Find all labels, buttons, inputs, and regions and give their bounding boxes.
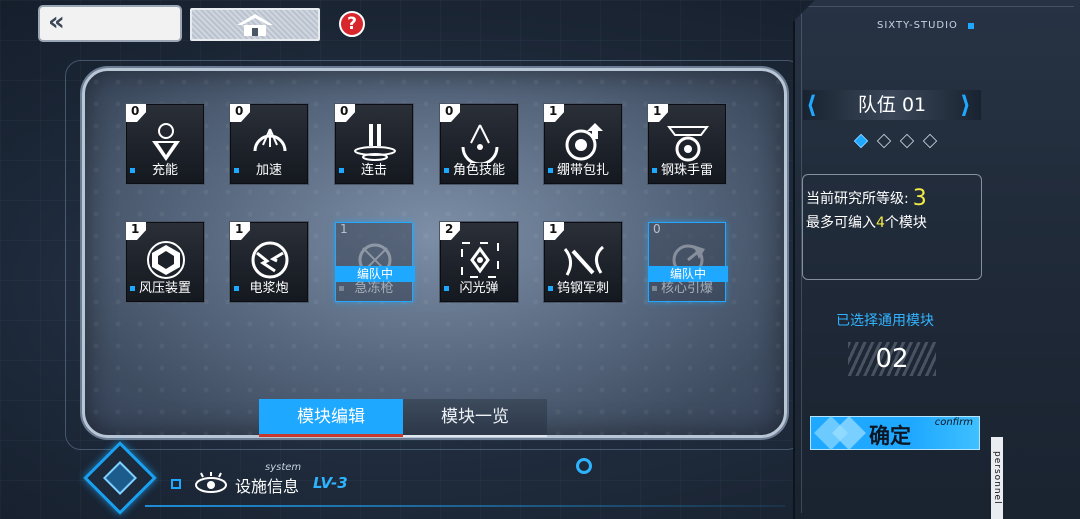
home-icon	[237, 13, 273, 36]
prev-team-arrow-icon[interactable]: ⟨	[806, 91, 817, 119]
combo-icon	[350, 121, 400, 163]
facility-level: LV-3	[313, 474, 348, 492]
module-label: 闪光弹	[441, 279, 517, 299]
module-card[interactable]: 1 绷带包扎	[544, 104, 622, 184]
bandage-icon	[559, 121, 609, 163]
lab-level-line: 当前研究所等级: 3	[806, 186, 927, 211]
module-card[interactable]: 0 充能	[126, 104, 204, 184]
personnel-tab[interactable]: personnel	[991, 437, 1003, 519]
module-count: 1	[648, 104, 668, 122]
home-button[interactable]	[190, 8, 320, 41]
module-card[interactable]: 0 加速	[230, 104, 308, 184]
module-label: 急冻枪	[336, 279, 412, 299]
team-selector: 队伍 01	[803, 90, 981, 120]
module-count: 1	[544, 222, 564, 240]
wind-device-icon	[141, 239, 191, 281]
module-count: 0	[440, 104, 460, 122]
module-card[interactable]: 1 钨钢军刺	[544, 222, 622, 302]
module-count: 1	[230, 222, 250, 240]
module-count: 0	[653, 222, 661, 236]
module-card[interactable]: 1 电浆炮	[230, 222, 308, 302]
module-label: 钨钢军刺	[545, 279, 621, 299]
tab-bar: 模块编辑 模块一览	[259, 399, 547, 437]
ring-icon	[576, 458, 592, 474]
module-count: 1	[126, 222, 146, 240]
team-dot-4[interactable]	[922, 133, 938, 149]
module-count: 2	[440, 222, 460, 240]
back-button[interactable]: «	[40, 7, 180, 40]
flashbang-icon	[455, 239, 505, 281]
system-marker-icon	[171, 479, 181, 489]
charge-icon	[141, 121, 191, 163]
facility-info-title[interactable]: 设施信息	[235, 473, 299, 497]
module-label: 钢珠手雷	[649, 161, 725, 181]
selected-modules-title: 已选择通用模块	[836, 313, 934, 329]
plasma-cannon-icon	[245, 239, 295, 281]
module-label: 加速	[231, 161, 307, 181]
next-team-arrow-icon[interactable]: ⟩	[960, 91, 971, 119]
module-label: 核心引爆	[649, 279, 725, 299]
system-sublabel: system	[265, 462, 302, 473]
module-card[interactable]: 0 编队中 核心引爆	[648, 222, 728, 302]
module-count: 1	[544, 104, 564, 122]
skill-icon	[455, 121, 505, 163]
module-label: 角色技能	[441, 161, 517, 181]
module-count: 1	[340, 222, 348, 236]
module-label: 风压装置	[127, 279, 203, 299]
module-card[interactable]: 1 钢珠手雷	[648, 104, 726, 184]
module-card[interactable]: 1 风压装置	[126, 222, 204, 302]
module-label: 连击	[336, 161, 412, 181]
team-dot-2[interactable]	[876, 133, 892, 149]
lab-level-value: 3	[912, 186, 927, 211]
bayonet-icon	[559, 239, 609, 281]
module-label: 绷带包扎	[545, 161, 621, 181]
module-count: 0	[126, 104, 146, 122]
module-label: 电浆炮	[231, 279, 307, 299]
team-number: 01	[901, 94, 927, 116]
module-card[interactable]: 0 连击	[335, 104, 413, 184]
tab-module-edit[interactable]: 模块编辑	[259, 399, 403, 437]
module-card[interactable]: 0 角色技能	[440, 104, 518, 184]
eye-icon	[195, 472, 227, 493]
module-label: 充能	[127, 161, 203, 181]
module-count: 0	[230, 104, 250, 122]
module-card[interactable]: 2 闪光弹	[440, 222, 518, 302]
module-card[interactable]: 1 编队中 急冻枪	[335, 222, 415, 302]
studio-label: SIXTY-STUDIO	[877, 20, 958, 31]
help-button[interactable]: ?	[339, 11, 365, 37]
tab-module-list[interactable]: 模块一览	[403, 399, 547, 437]
grenade-icon	[663, 121, 713, 163]
confirm-sublabel: confirm	[934, 417, 973, 428]
confirm-button[interactable]: 确定 confirm	[810, 416, 980, 450]
team-page-dots	[853, 132, 947, 151]
selected-modules-count: 02	[848, 342, 936, 376]
max-modules-value: 4	[876, 215, 885, 231]
team-prefix: 队伍	[857, 94, 896, 116]
team-dot-1[interactable]	[853, 133, 869, 149]
max-modules-line: 最多可编入4个模块	[806, 215, 927, 231]
confirm-label: 确定	[869, 424, 911, 448]
speed-icon	[245, 121, 295, 163]
team-dot-3[interactable]	[899, 133, 915, 149]
module-count: 0	[335, 104, 355, 122]
